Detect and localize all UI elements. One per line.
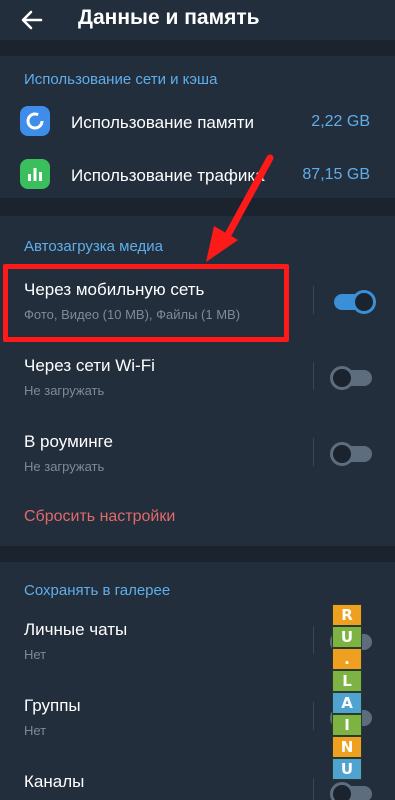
watermark-letter: . xyxy=(332,648,362,670)
watermark-letter: N xyxy=(332,736,362,758)
watermark-letter: U xyxy=(332,758,362,780)
site-watermark: R U . L A I N U xyxy=(332,604,362,780)
watermark-letter: I xyxy=(332,714,362,736)
watermark-letter: R xyxy=(332,604,362,626)
watermark-letter: L xyxy=(332,670,362,692)
watermark-letter: A xyxy=(332,692,362,714)
watermark-letter: U xyxy=(332,626,362,648)
